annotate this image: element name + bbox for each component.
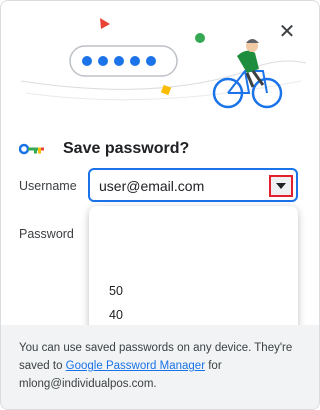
dialog-footer: You can use saved passwords on any devic… (1, 325, 319, 409)
password-label: Password (19, 227, 74, 241)
key-icon (19, 143, 44, 155)
dialog-title: Save password? (63, 140, 190, 157)
save-password-dialog: ✕ Save password? Username user@email.com… (0, 0, 320, 410)
username-field[interactable]: user@email.com (88, 168, 298, 202)
chevron-down-icon (276, 183, 286, 189)
username-dropdown-menu: 50 40 (89, 206, 298, 340)
title-row: Save password? (19, 137, 189, 161)
close-button[interactable]: ✕ (277, 21, 297, 43)
footer-text: You can use saved passwords on any devic… (19, 339, 304, 393)
dropdown-option[interactable]: 50 (109, 284, 123, 298)
password-illustration (20, 18, 307, 109)
close-icon: ✕ (278, 21, 296, 43)
dropdown-option[interactable]: 40 (109, 308, 123, 322)
username-label: Username (19, 179, 77, 193)
username-value[interactable]: user@email.com (99, 178, 204, 194)
username-dropdown-button[interactable] (269, 175, 293, 197)
password-manager-link[interactable]: Google Password Manager (66, 360, 205, 372)
